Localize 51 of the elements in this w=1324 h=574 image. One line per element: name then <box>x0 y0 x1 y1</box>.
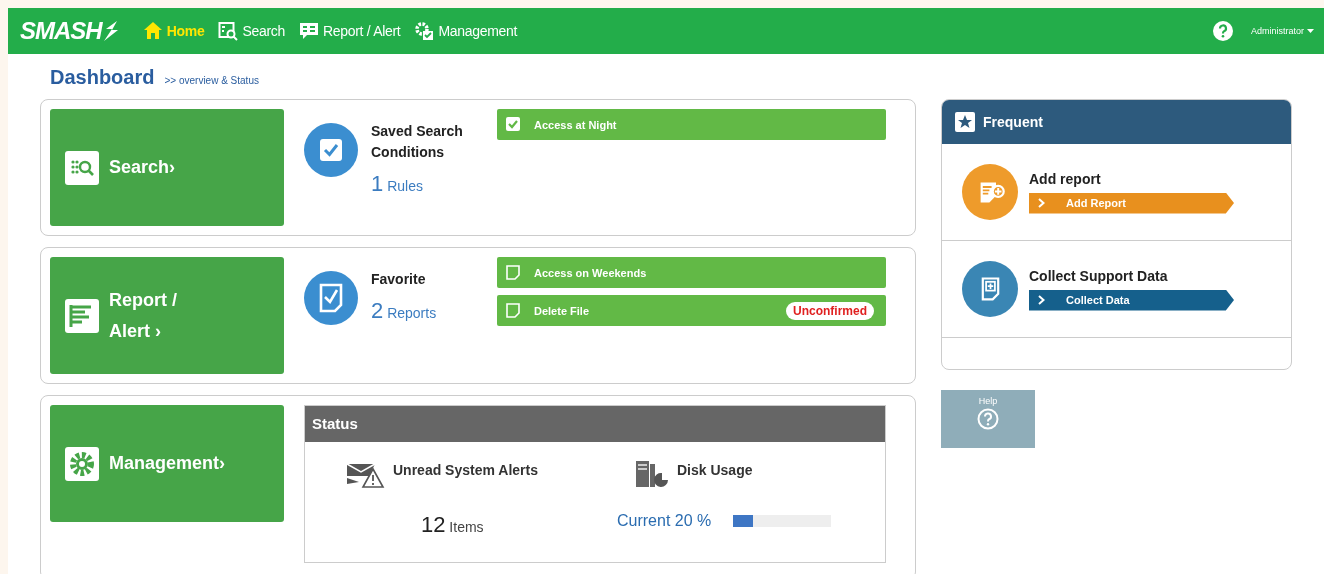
document-icon <box>506 265 520 280</box>
document-icon <box>304 271 358 325</box>
chevron-icon <box>1038 198 1045 208</box>
chevron-icon <box>1038 295 1045 305</box>
count-link[interactable]: 1 Rules <box>371 171 491 197</box>
checkbox-icon <box>304 123 358 177</box>
breadcrumb: >> overview & Status <box>164 75 259 86</box>
nav-item[interactable]: Report / Alert <box>298 21 401 41</box>
section-tile[interactable]: Search› <box>50 109 284 226</box>
alert-count: 12 Items <box>421 512 484 538</box>
nav-item[interactable]: Search <box>218 21 285 41</box>
summary-title: Favorite <box>371 270 427 289</box>
report-add-icon <box>962 164 1018 220</box>
stat-label: Unread System Alerts <box>393 461 538 478</box>
count-link[interactable]: 2 Reports <box>371 298 491 324</box>
lightning-icon <box>102 20 119 42</box>
panel-title: Frequent <box>983 114 1043 130</box>
stat-label: Disk Usage <box>677 461 753 478</box>
nav-item[interactable]: Management <box>414 21 518 41</box>
entry-bar[interactable]: Delete File Unconfirmed <box>497 295 886 326</box>
document-icon <box>506 303 520 318</box>
logo: SMASH <box>20 17 102 45</box>
panel-header: Status <box>305 406 885 442</box>
report-list-icon <box>65 298 99 333</box>
help-icon <box>977 408 999 430</box>
page-title: Dashboard <box>50 66 155 89</box>
search-icon <box>218 21 239 41</box>
entry-bar[interactable]: Access on Weekends <box>497 257 886 288</box>
section-tile[interactable]: Report / Alert › <box>50 257 284 374</box>
document-plus-icon <box>962 261 1018 317</box>
action-title: Add report <box>1029 170 1102 187</box>
summary-title: Saved Search Conditions <box>371 122 464 162</box>
section-tile[interactable]: Management› <box>50 405 284 522</box>
gear-icon <box>414 21 435 41</box>
help-icon <box>1213 21 1233 41</box>
gear-icon <box>65 446 99 481</box>
home-icon <box>142 21 163 41</box>
message-icon <box>298 21 319 41</box>
help-button[interactable]: Help <box>941 390 1035 448</box>
action-button[interactable]: Collect Data <box>1029 289 1234 311</box>
action-button[interactable]: Add Report <box>1029 192 1234 214</box>
search-list-icon <box>65 150 99 185</box>
checkbox-icon <box>506 117 520 132</box>
user-menu[interactable]: Administrator <box>1251 26 1314 36</box>
entry-bar[interactable]: Access at Night <box>497 109 886 140</box>
status-badge: Unconfirmed <box>786 301 874 320</box>
caret-icon <box>1307 29 1314 33</box>
action-title: Collect Support Data <box>1029 267 1169 284</box>
disk-reading: Current 20 % <box>617 512 712 530</box>
nav-item[interactable]: Home <box>142 21 205 41</box>
server-chart-icon <box>635 460 669 488</box>
